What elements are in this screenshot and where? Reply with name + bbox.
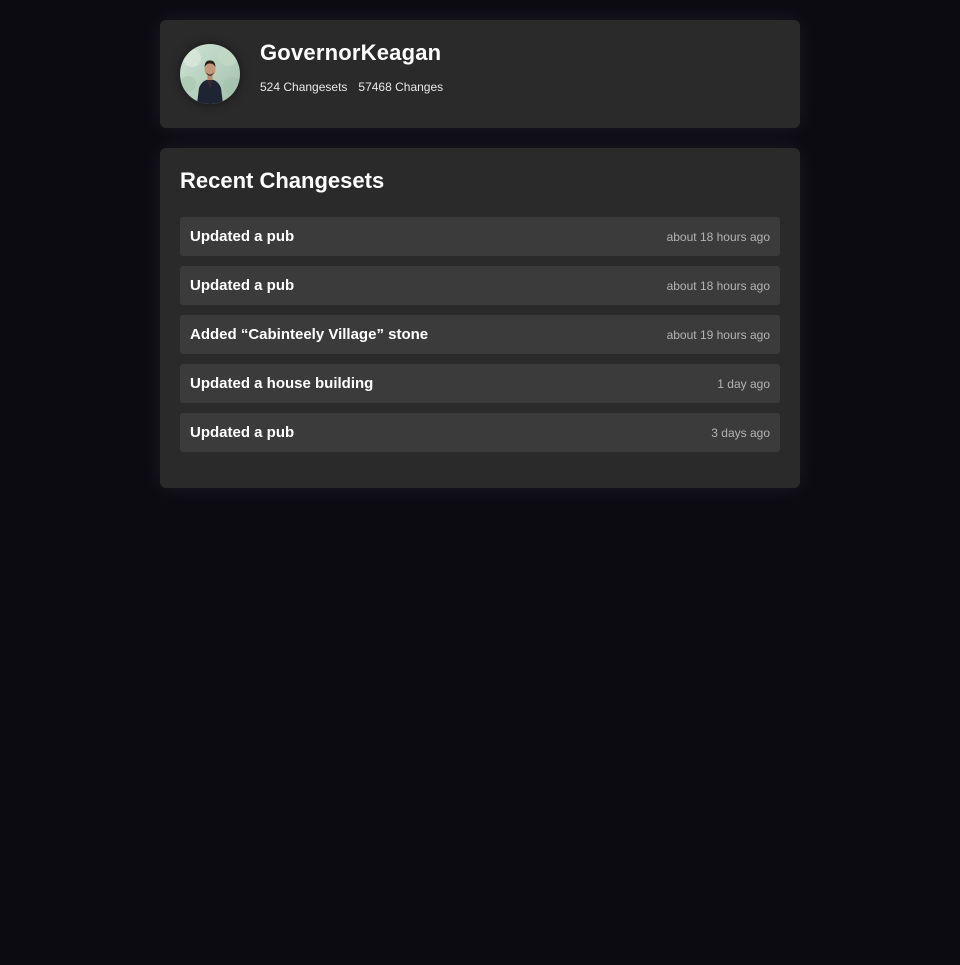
avatar[interactable] bbox=[180, 44, 240, 104]
changeset-item[interactable]: Added “Cabinteely Village” stone about 1… bbox=[180, 315, 780, 354]
changeset-title: Updated a pub bbox=[190, 228, 295, 245]
changeset-title: Updated a pub bbox=[190, 424, 295, 441]
changeset-time: about 18 hours ago bbox=[666, 278, 770, 293]
changeset-time: about 18 hours ago bbox=[666, 229, 770, 244]
changeset-item[interactable]: Updated a pub about 18 hours ago bbox=[180, 266, 780, 305]
recent-changesets-card: Recent Changesets Updated a pub about 18… bbox=[160, 148, 800, 488]
changesets-count: 524 Changesets bbox=[260, 80, 348, 94]
changeset-title: Added “Cabinteely Village” stone bbox=[190, 326, 429, 343]
profile-card: GovernorKeagan 524 Changesets 57468 Chang… bbox=[160, 20, 800, 128]
changeset-item[interactable]: Updated a pub about 18 hours ago bbox=[180, 217, 780, 256]
changeset-item[interactable]: Updated a house building 1 day ago bbox=[180, 364, 780, 403]
changeset-list: Updated a pub about 18 hours ago Updated… bbox=[180, 217, 780, 452]
section-title: Recent Changesets bbox=[180, 168, 385, 193]
changeset-title: Updated a pub bbox=[190, 277, 295, 294]
username: GovernorKeagan bbox=[260, 40, 442, 65]
changeset-time: 3 days ago bbox=[711, 425, 770, 440]
user-stats: 524 Changesets 57468 Changes bbox=[260, 79, 443, 95]
avatar-photo-icon bbox=[180, 44, 240, 104]
changeset-item[interactable]: Updated a pub 3 days ago bbox=[180, 413, 780, 452]
changes-count: 57468 Changes bbox=[358, 80, 444, 94]
changeset-time: about 19 hours ago bbox=[666, 327, 770, 342]
changeset-title: Updated a house building bbox=[190, 375, 374, 392]
changeset-time: 1 day ago bbox=[717, 376, 770, 391]
